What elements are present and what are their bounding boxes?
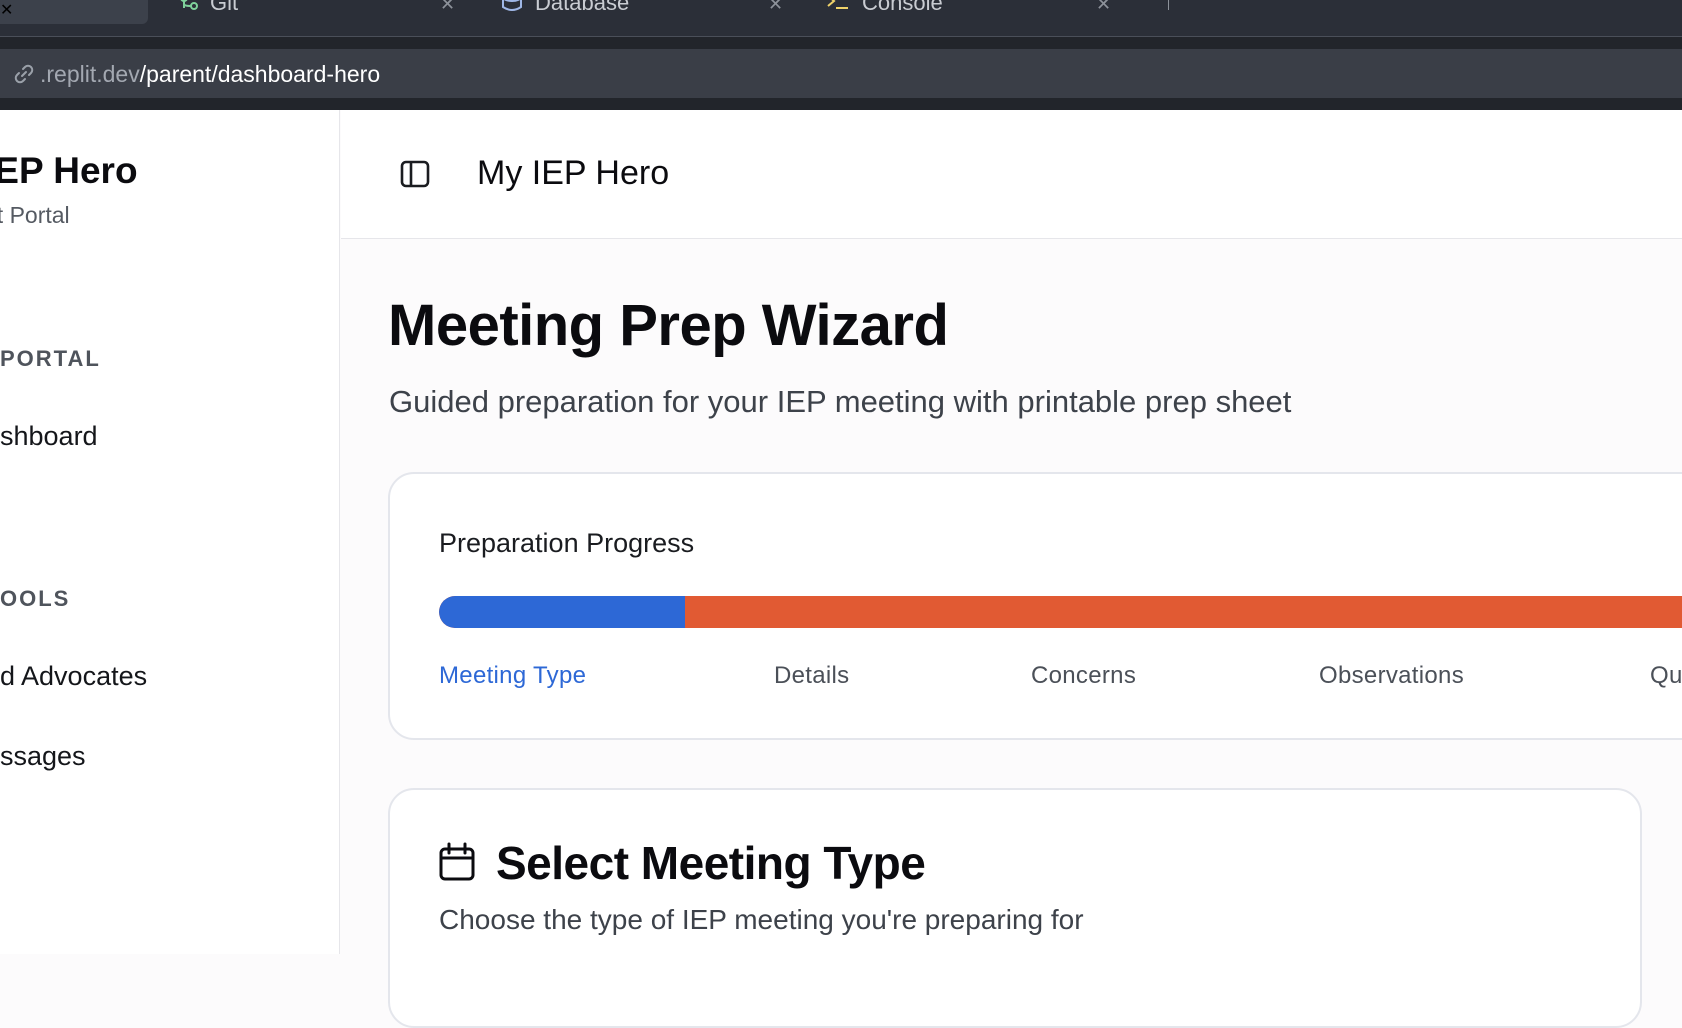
- progress-fill: [439, 596, 685, 628]
- close-icon[interactable]: ✕: [1096, 0, 1111, 15]
- sidebar-item-messages[interactable]: ssages: [0, 741, 86, 772]
- url-host: .replit.dev: [40, 61, 140, 87]
- tab-database-label: Database: [535, 0, 630, 15]
- close-icon[interactable]: ✕: [0, 2, 13, 19]
- select-meeting-type-subtitle: Choose the type of IEP meeting you're pr…: [439, 904, 1084, 935]
- sidebar-item-advocates[interactable]: d Advocates: [0, 661, 147, 692]
- database-icon: [502, 0, 522, 11]
- step-questions[interactable]: Qu: [1650, 662, 1682, 690]
- step-observations[interactable]: Observations: [1319, 662, 1464, 690]
- step-details[interactable]: Details: [774, 662, 849, 690]
- select-meeting-type-title: Select Meeting Type: [496, 837, 926, 889]
- tab-divider: [1168, 0, 1169, 10]
- close-icon[interactable]: ✕: [768, 0, 783, 15]
- url-path: /parent/dashboard-hero: [139, 61, 381, 87]
- tab-console-label: Console: [862, 0, 943, 15]
- sidebar-toggle-icon[interactable]: [400, 160, 430, 188]
- address-bar[interactable]: .replit.dev/parent/dashboard-hero: [0, 49, 1682, 98]
- step-meeting-type[interactable]: Meeting Type: [439, 662, 586, 690]
- brand-title: IEP Hero: [0, 150, 138, 191]
- step-concerns[interactable]: Concerns: [1031, 662, 1136, 690]
- progress-card: Preparation Progress Meeting Type Detail…: [388, 472, 1682, 740]
- browser-tab-bar: ✕ Git ✕ Database ✕ Console ✕: [0, 0, 1682, 37]
- section-label-portal: PORTAL: [0, 346, 101, 371]
- url-text[interactable]: .replit.dev/parent/dashboard-hero: [40, 61, 380, 88]
- sidebar-item-dashboard[interactable]: shboard: [0, 421, 98, 452]
- page-title: Meeting Prep Wizard: [388, 293, 949, 358]
- section-label-tools: OOLS: [0, 586, 71, 611]
- page-subtitle: Guided preparation for your IEP meeting …: [389, 384, 1292, 419]
- tab-git-label: Git: [210, 0, 239, 15]
- link-icon: [14, 64, 34, 84]
- select-meeting-type-card: Select Meeting Type Choose the type of I…: [388, 788, 1642, 1028]
- close-icon[interactable]: ✕: [440, 0, 455, 15]
- sidebar: IEP Hero nt Portal PORTAL shboard OOLS d…: [0, 110, 340, 954]
- active-tab[interactable]: ✕: [0, 0, 148, 24]
- progress-title: Preparation Progress: [439, 528, 695, 558]
- console-icon: [827, 0, 848, 9]
- address-bar-region: .replit.dev/parent/dashboard-hero: [0, 37, 1682, 110]
- brand-subtitle: nt Portal: [0, 202, 70, 228]
- calendar-icon: [439, 842, 475, 881]
- header-title: My IEP Hero: [477, 154, 670, 192]
- progress-bar: [439, 596, 1682, 628]
- git-icon: [180, 0, 198, 10]
- top-header: My IEP Hero: [341, 110, 1682, 239]
